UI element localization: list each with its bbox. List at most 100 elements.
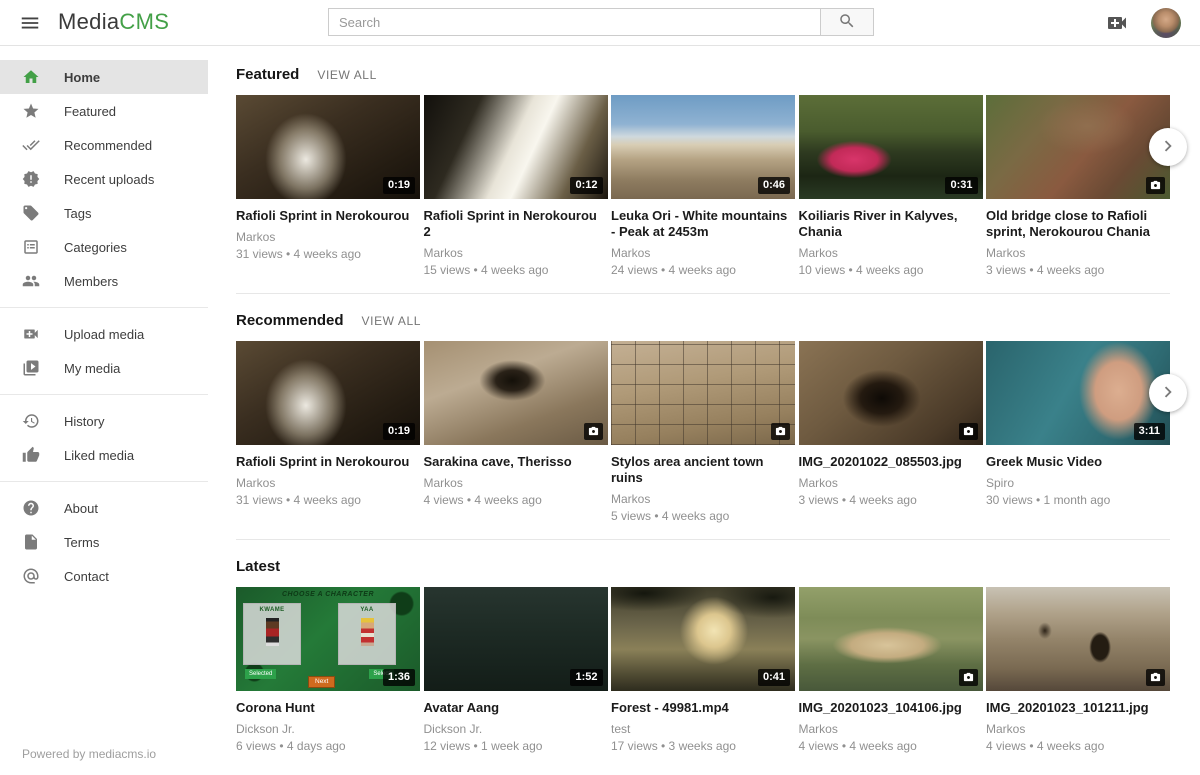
scroll-right-button[interactable] [1149, 128, 1187, 166]
sidebar-item-terms[interactable]: Terms [0, 525, 208, 559]
upload-video-icon[interactable] [1104, 11, 1130, 35]
media-author[interactable]: Markos [799, 476, 983, 490]
thumbnail[interactable] [986, 95, 1170, 199]
sidebar-item-recent-uploads[interactable]: Recent uploads [0, 162, 208, 196]
thumbnail[interactable]: 0:46 [611, 95, 795, 199]
media-title[interactable]: IMG_20201023_101211.jpg [986, 700, 1170, 716]
media-title[interactable]: Corona Hunt [236, 700, 420, 716]
sidebar-item-history[interactable]: History [0, 404, 208, 438]
media-title[interactable]: Stylos area ancient town ruins [611, 454, 795, 486]
search-icon [838, 12, 856, 33]
game-selected-label: Selected [245, 669, 276, 679]
media-title[interactable]: Rafioli Sprint in Nerokourou 2 [424, 208, 608, 240]
sidebar-item-recommended[interactable]: Recommended [0, 128, 208, 162]
menu-icon[interactable] [16, 10, 44, 36]
media-card[interactable]: 0:19Rafioli Sprint in NerokourouMarkos31… [236, 341, 420, 523]
media-title[interactable]: Rafioli Sprint in Nerokourou [236, 454, 420, 470]
media-card[interactable]: 0:12 Rafioli Sprint in Nerokourou 2 Markos… [424, 95, 608, 277]
media-title[interactable]: Forest - 49981.mp4 [611, 700, 795, 716]
media-author[interactable]: Dickson Jr. [236, 722, 420, 736]
media-author[interactable]: Markos [986, 246, 1170, 260]
avatar[interactable] [1151, 8, 1181, 38]
thumbnail[interactable]: 0:19 [236, 95, 420, 199]
sidebar-item-label: Members [64, 274, 118, 289]
media-author[interactable]: Markos [236, 230, 420, 244]
thumbnail[interactable] [611, 341, 795, 445]
media-author[interactable]: Markos [986, 722, 1170, 736]
sidebar-item-home[interactable]: Home [0, 60, 208, 94]
media-title[interactable]: Old bridge close to Rafioli sprint, Nero… [986, 208, 1170, 240]
media-card[interactable]: IMG_20201023_104106.jpgMarkos4 views • 4… [799, 587, 983, 753]
thumbnail[interactable]: CHOOSE A CHARACTERKWAMEYAASelectedNextSe… [236, 587, 420, 691]
media-card[interactable]: IMG_20201023_101211.jpgMarkos4 views • 4… [986, 587, 1170, 753]
video-call-icon [22, 325, 40, 343]
scroll-right-button[interactable] [1149, 374, 1187, 412]
media-author[interactable]: Markos [799, 246, 983, 260]
photo-icon [1146, 177, 1165, 194]
sidebar-item-members[interactable]: Members [0, 264, 208, 298]
media-card[interactable]: 1:52 Avatar Aang Dickson Jr. 12 views • 1 w… [424, 587, 608, 753]
media-author[interactable]: Markos [611, 246, 795, 260]
sidebar-item-categories[interactable]: Categories [0, 230, 208, 264]
duration-badge: 0:19 [383, 177, 415, 194]
thumbnail[interactable] [799, 587, 983, 691]
sidebar-item-contact[interactable]: Contact [0, 559, 208, 593]
thumbnail[interactable]: 3:11 [986, 341, 1170, 445]
thumbnail[interactable]: 0:19 [236, 341, 420, 445]
media-meta: 30 views • 1 month ago [986, 493, 1170, 507]
media-title[interactable]: Avatar Aang [424, 700, 608, 716]
sidebar-item-about[interactable]: About [0, 491, 208, 525]
thumbnail[interactable]: 0:41 [611, 587, 795, 691]
media-card[interactable]: 0:31 Koiliaris River in Kalyves, Chania Ma… [799, 95, 983, 277]
thumbnail[interactable] [424, 341, 608, 445]
sidebar-item-tags[interactable]: Tags [0, 196, 208, 230]
sidebar-item-featured[interactable]: Featured [0, 94, 208, 128]
media-title[interactable]: Greek Music Video [986, 454, 1170, 470]
media-card[interactable]: 3:11 Greek Music Video Spiro 30 views • 1 m… [986, 341, 1170, 523]
sidebar-item-label: Categories [64, 240, 127, 255]
media-title[interactable]: IMG_20201023_104106.jpg [799, 700, 983, 716]
view-all-link[interactable]: VIEW ALL [317, 68, 377, 82]
sidebar-item-my-media[interactable]: My media [0, 351, 208, 385]
media-meta: 3 views • 4 weeks ago [799, 493, 983, 507]
powered-by[interactable]: Powered by mediacms.io [22, 747, 156, 761]
thumbnail[interactable] [799, 341, 983, 445]
media-title[interactable]: IMG_20201022_085503.jpg [799, 454, 983, 470]
media-author[interactable]: Markos [236, 476, 420, 490]
media-card[interactable]: 0:41Forest - 49981.mp4test17 views • 3 w… [611, 587, 795, 753]
media-card[interactable]: Old bridge close to Rafioli sprint, Nero… [986, 95, 1170, 277]
game-character-yaa [361, 618, 374, 646]
media-card[interactable]: 0:19Rafioli Sprint in NerokourouMarkos31… [236, 95, 420, 277]
thumbnail[interactable]: 1:52 [424, 587, 608, 691]
media-meta: 12 views • 1 week ago [424, 739, 608, 753]
media-card[interactable]: 0:46 Leuka Ori - White mountains - Peak a… [611, 95, 795, 277]
media-author[interactable]: Spiro [986, 476, 1170, 490]
media-title[interactable]: Rafioli Sprint in Nerokourou [236, 208, 420, 224]
sidebar-item-label: Recent uploads [64, 172, 154, 187]
media-card[interactable]: IMG_20201022_085503.jpg Markos 3 views • 4… [799, 341, 983, 523]
media-title[interactable]: Leuka Ori - White mountains - Peak at 24… [611, 208, 795, 240]
media-author[interactable]: Markos [424, 246, 608, 260]
media-author[interactable]: test [611, 722, 795, 736]
media-author[interactable]: Markos [424, 476, 608, 490]
view-all-link[interactable]: VIEW ALL [362, 314, 422, 328]
sidebar: Home Featured Recommended Recent uploads Tag… [0, 46, 208, 775]
thumbnail[interactable] [986, 587, 1170, 691]
media-card[interactable]: Sarakina cave, TherissoMarkos4 views • 4… [424, 341, 608, 523]
document-icon [22, 533, 40, 551]
media-author[interactable]: Markos [611, 492, 795, 506]
media-author[interactable]: Dickson Jr. [424, 722, 608, 736]
thumbnail[interactable]: 0:12 [424, 95, 608, 199]
sidebar-item-liked-media[interactable]: Liked media [0, 438, 208, 472]
search-button[interactable] [820, 8, 874, 36]
media-card[interactable]: Stylos area ancient town ruinsMarkos5 vi… [611, 341, 795, 523]
media-author[interactable]: Markos [799, 722, 983, 736]
search-input[interactable] [328, 8, 821, 36]
media-card[interactable]: CHOOSE A CHARACTERKWAMEYAASelectedNextSe… [236, 587, 420, 753]
sidebar-item-label: Featured [64, 104, 116, 119]
sidebar-item-upload-media[interactable]: Upload media [0, 317, 208, 351]
thumbnail[interactable]: 0:31 [799, 95, 983, 199]
media-title[interactable]: Sarakina cave, Therisso [424, 454, 608, 470]
media-title[interactable]: Koiliaris River in Kalyves, Chania [799, 208, 983, 240]
brand-logo[interactable]: MediaCMS [58, 9, 169, 35]
